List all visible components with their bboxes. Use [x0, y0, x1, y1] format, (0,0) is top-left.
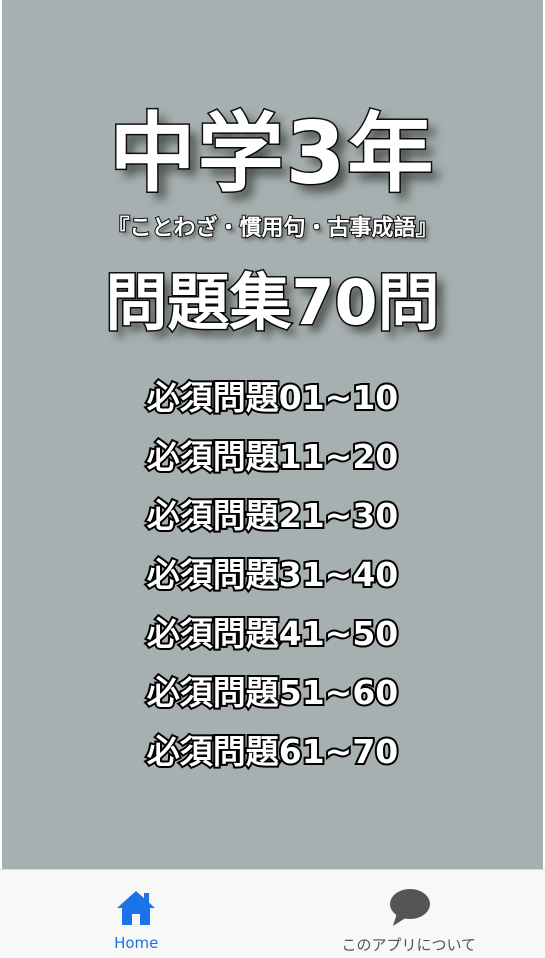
quiz-set-label: 必須問題41~50 [147, 607, 399, 655]
tab-home-label: Home [114, 934, 158, 952]
home-icon [114, 886, 158, 930]
question-count-title: 問題集70問 [2, 266, 543, 340]
main-screen: 中学3年 『ことわざ・慣用句・古事成語』 問題集70問 必須問題01~10 必須… [2, 0, 543, 957]
page-title: 中学3年 [2, 104, 543, 204]
quiz-set-11-20[interactable]: 必須問題11~20 [2, 424, 543, 483]
speech-bubble-icon [387, 886, 431, 930]
quiz-set-41-50[interactable]: 必須問題41~50 [2, 601, 543, 660]
quiz-set-51-60[interactable]: 必須問題51~60 [2, 660, 543, 719]
bottom-tab-bar: Home このアプリについて [0, 869, 545, 958]
quiz-menu: 必須問題01~10 必須問題11~20 必須問題21~30 必須問題31~40 … [2, 365, 543, 778]
quiz-set-31-40[interactable]: 必須問題31~40 [2, 542, 543, 601]
quiz-set-label: 必須問題51~60 [147, 666, 399, 714]
quiz-set-label: 必須問題61~70 [147, 725, 399, 773]
quiz-set-label: 必須問題31~40 [147, 548, 399, 596]
tab-about-label: このアプリについて [341, 934, 476, 955]
quiz-set-01-10[interactable]: 必須問題01~10 [2, 365, 543, 424]
quiz-set-61-70[interactable]: 必須問題61~70 [2, 719, 543, 778]
quiz-set-label: 必須問題11~20 [147, 430, 399, 478]
quiz-set-label: 必須問題01~10 [147, 371, 399, 419]
page-subtitle: 『ことわざ・慣用句・古事成語』 [2, 214, 543, 244]
quiz-set-label: 必須問題21~30 [147, 489, 399, 537]
tab-home[interactable]: Home [0, 870, 273, 958]
quiz-set-21-30[interactable]: 必須問題21~30 [2, 483, 543, 542]
tab-about-app[interactable]: このアプリについて [273, 870, 545, 958]
